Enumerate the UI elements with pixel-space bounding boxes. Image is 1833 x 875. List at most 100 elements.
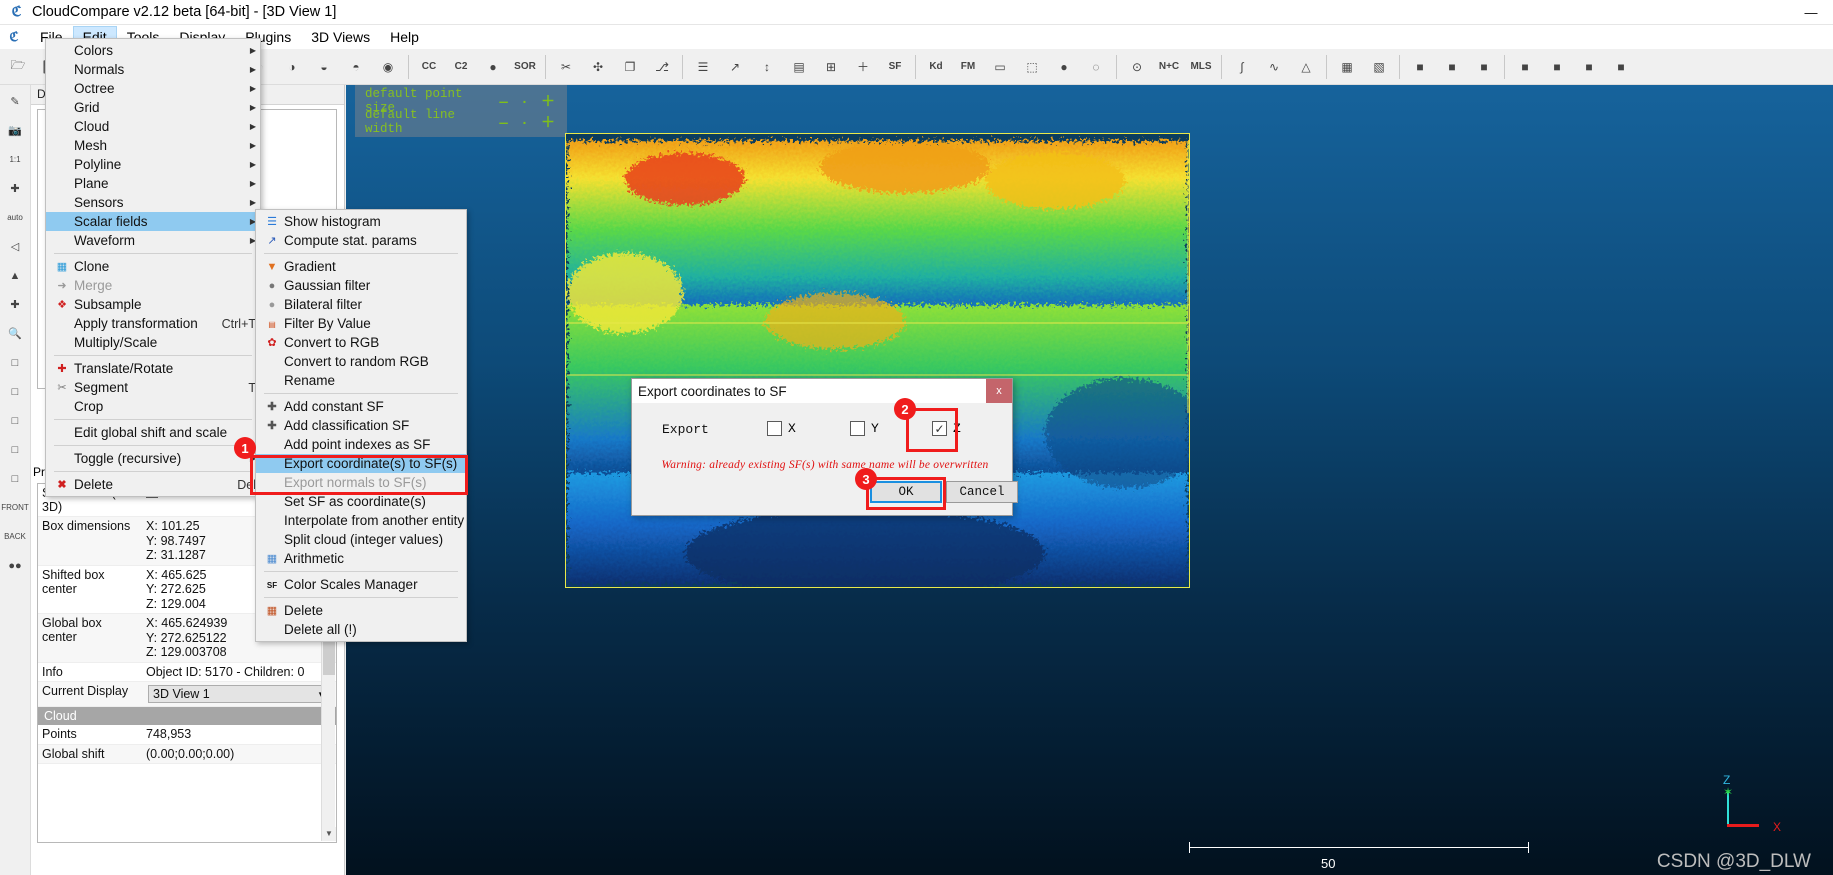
add-constant-sf-icon[interactable]: ＋ bbox=[848, 52, 878, 82]
zoom-1-1-icon[interactable]: 1:1 bbox=[2, 146, 29, 173]
color-tool-1-icon[interactable]: ■ bbox=[1405, 52, 1435, 82]
menu-item-add-point-indexes-as-sf[interactable]: Add point indexes as SF bbox=[256, 435, 466, 454]
mls-icon[interactable]: MLS bbox=[1186, 52, 1216, 82]
menu-item-color-scales-manager[interactable]: SF Color Scales Manager bbox=[256, 575, 466, 594]
menu-item-scalar-fields[interactable]: Scalar fields ▶ bbox=[46, 212, 260, 231]
menu-item-normals[interactable]: Normals ▶ bbox=[46, 60, 260, 79]
menu-item-set-sf-as-coordinate-s[interactable]: Set SF as coordinate(s) bbox=[256, 492, 466, 511]
cloud-cloud-dist-icon[interactable]: ● bbox=[478, 52, 508, 82]
globe-icon[interactable]: ◌ bbox=[1081, 52, 1111, 82]
translate-rotate-icon[interactable]: ✣ bbox=[583, 52, 613, 82]
y-checkbox[interactable] bbox=[850, 421, 865, 436]
sphere-icon[interactable]: ● bbox=[1049, 52, 1079, 82]
kd-tree-icon[interactable]: Kd bbox=[921, 52, 951, 82]
menu-item-interpolate-from-another-entity[interactable]: Interpolate from another entity bbox=[256, 511, 466, 530]
mesh-icon[interactable]: △ bbox=[1291, 52, 1321, 82]
close-icon[interactable]: x bbox=[986, 379, 1012, 403]
point-size-stepper[interactable]: — · ＋ bbox=[499, 91, 557, 111]
menu-item-gradient[interactable]: ▼ Gradient bbox=[256, 257, 466, 276]
auto-icon[interactable]: auto bbox=[2, 204, 29, 231]
merge-icon[interactable]: ⎇ bbox=[647, 52, 677, 82]
cancel-button[interactable]: Cancel bbox=[946, 481, 1018, 503]
sor-filter-icon[interactable]: SOR bbox=[510, 52, 540, 82]
menu-help[interactable]: Help bbox=[380, 26, 429, 48]
compute-normals-icon[interactable]: ⊙ bbox=[1122, 52, 1152, 82]
menu-item-segment[interactable]: ✂ Segment T bbox=[46, 378, 260, 397]
menu-item-octree[interactable]: Octree ▶ bbox=[46, 79, 260, 98]
toggle-normals-icon[interactable]: ◑ bbox=[277, 52, 307, 82]
up-view-icon[interactable]: ▲ bbox=[2, 262, 29, 289]
x-checkbox[interactable] bbox=[767, 421, 782, 436]
menu-item-grid[interactable]: Grid ▶ bbox=[46, 98, 260, 117]
view-tool-3-icon[interactable]: ■ bbox=[1574, 52, 1604, 82]
menu-item-waveform[interactable]: Waveform ▶ bbox=[46, 231, 260, 250]
menu-item-subsample[interactable]: ❖ Subsample bbox=[46, 295, 260, 314]
minmax-icon[interactable]: ↕ bbox=[752, 52, 782, 82]
scroll-down-arrow[interactable]: ▼ bbox=[322, 827, 336, 841]
menu-item-delete[interactable]: ✖ Delete Del bbox=[46, 475, 260, 494]
canupo-classify-icon[interactable]: ▧ bbox=[1364, 52, 1394, 82]
rasterize-icon[interactable]: ⊞ bbox=[816, 52, 846, 82]
color-tool-2-icon[interactable]: ■ bbox=[1437, 52, 1467, 82]
menu-item-colors[interactable]: Colors ▶ bbox=[46, 41, 260, 60]
ok-button[interactable]: OK bbox=[870, 481, 942, 503]
z-checkbox[interactable]: ✓ bbox=[932, 421, 947, 436]
current-display-combobox[interactable]: 3D View 1▼ bbox=[148, 685, 330, 703]
stat-icon[interactable]: ↗ bbox=[720, 52, 750, 82]
color-picker-icon[interactable]: ●● bbox=[2, 552, 29, 579]
menu-item-add-classification-sf[interactable]: ✚ Add classification SF bbox=[256, 416, 466, 435]
toggle-sf-icon[interactable]: ◒ bbox=[309, 52, 339, 82]
plot-icon[interactable]: ⬚ bbox=[1017, 52, 1047, 82]
y-checkbox-group[interactable]: Y bbox=[850, 421, 879, 436]
menu-item-gaussian-filter[interactable]: ● Gaussian filter bbox=[256, 276, 466, 295]
property-value[interactable]: 3D View 1▼ bbox=[142, 682, 336, 706]
menu-item-cloud[interactable]: Cloud ▶ bbox=[46, 117, 260, 136]
cc-compare-icon[interactable]: C2 bbox=[446, 52, 476, 82]
open-file-icon[interactable]: 🗁 bbox=[3, 52, 33, 82]
menu-item-sensors[interactable]: Sensors ▶ bbox=[46, 193, 260, 212]
z-checkbox-group[interactable]: ✓ Z bbox=[932, 421, 961, 436]
poisson-icon[interactable]: ∫ bbox=[1227, 52, 1257, 82]
gradient-icon[interactable]: ▤ bbox=[784, 52, 814, 82]
cc-register-icon[interactable]: CC bbox=[414, 52, 444, 82]
view-top-icon[interactable]: □ bbox=[2, 349, 29, 376]
clone-icon[interactable]: ❐ bbox=[615, 52, 645, 82]
smooth-icon[interactable]: ∿ bbox=[1259, 52, 1289, 82]
camera-icon[interactable]: 📷 bbox=[2, 117, 29, 144]
color-tool-3-icon[interactable]: ■ bbox=[1469, 52, 1499, 82]
view-iso-back-icon[interactable]: BACK bbox=[2, 523, 29, 550]
label-icon[interactable]: ▭ bbox=[985, 52, 1015, 82]
view-tool-2-icon[interactable]: ■ bbox=[1542, 52, 1572, 82]
menu-item-compute-stat-params[interactable]: ↗ Compute stat. params bbox=[256, 231, 466, 250]
prev-view-icon[interactable]: ◁ bbox=[2, 233, 29, 260]
menu-item-plane[interactable]: Plane ▶ bbox=[46, 174, 260, 193]
line-width-control[interactable]: default line width — · ＋ bbox=[365, 108, 557, 136]
menu-item-rename[interactable]: Rename bbox=[256, 371, 466, 390]
menu-item-apply-transformation[interactable]: Apply transformation Ctrl+T bbox=[46, 314, 260, 333]
fm-icon[interactable]: FM bbox=[953, 52, 983, 82]
menu-item-export-coordinate-s-to-sf-s[interactable]: Export coordinate(s) to SF(s) bbox=[256, 454, 466, 473]
menu-3d-views[interactable]: 3D Views bbox=[301, 26, 380, 48]
view-bottom-icon[interactable]: □ bbox=[2, 378, 29, 405]
menu-item-translate-rotate[interactable]: ✚ Translate/Rotate bbox=[46, 359, 260, 378]
menu-item-bilateral-filter[interactable]: ● Bilateral filter bbox=[256, 295, 466, 314]
cross-section-icon[interactable]: ✚ bbox=[2, 291, 29, 318]
menu-item-delete[interactable]: ▦ Delete bbox=[256, 601, 466, 620]
menu-item-crop[interactable]: Crop bbox=[46, 397, 260, 416]
menu-item-arithmetic[interactable]: ▦ Arithmetic bbox=[256, 549, 466, 568]
canupo-create-icon[interactable]: ▦ bbox=[1332, 52, 1362, 82]
menu-item-convert-to-rgb[interactable]: ✿ Convert to RGB bbox=[256, 333, 466, 352]
view-left-icon[interactable]: □ bbox=[2, 465, 29, 492]
menu-item-delete-all[interactable]: Delete all (!) bbox=[256, 620, 466, 639]
x-checkbox-group[interactable]: X bbox=[767, 421, 796, 436]
point-cloud[interactable] bbox=[565, 133, 1205, 598]
histogram-icon[interactable]: ☰ bbox=[688, 52, 718, 82]
view-tool-1-icon[interactable]: ■ bbox=[1510, 52, 1540, 82]
view-back-icon[interactable]: □ bbox=[2, 436, 29, 463]
menu-item-convert-to-random-rgb[interactable]: Convert to random RGB bbox=[256, 352, 466, 371]
sf-icon[interactable]: SF bbox=[880, 52, 910, 82]
view-iso-front-icon[interactable]: FRONT bbox=[1, 494, 29, 521]
pick-point-icon[interactable]: ✎ bbox=[2, 88, 29, 115]
3d-view[interactable]: default point size — · ＋ default line wi… bbox=[346, 85, 1833, 875]
menu-item-multiply-scale[interactable]: Multiply/Scale bbox=[46, 333, 260, 352]
